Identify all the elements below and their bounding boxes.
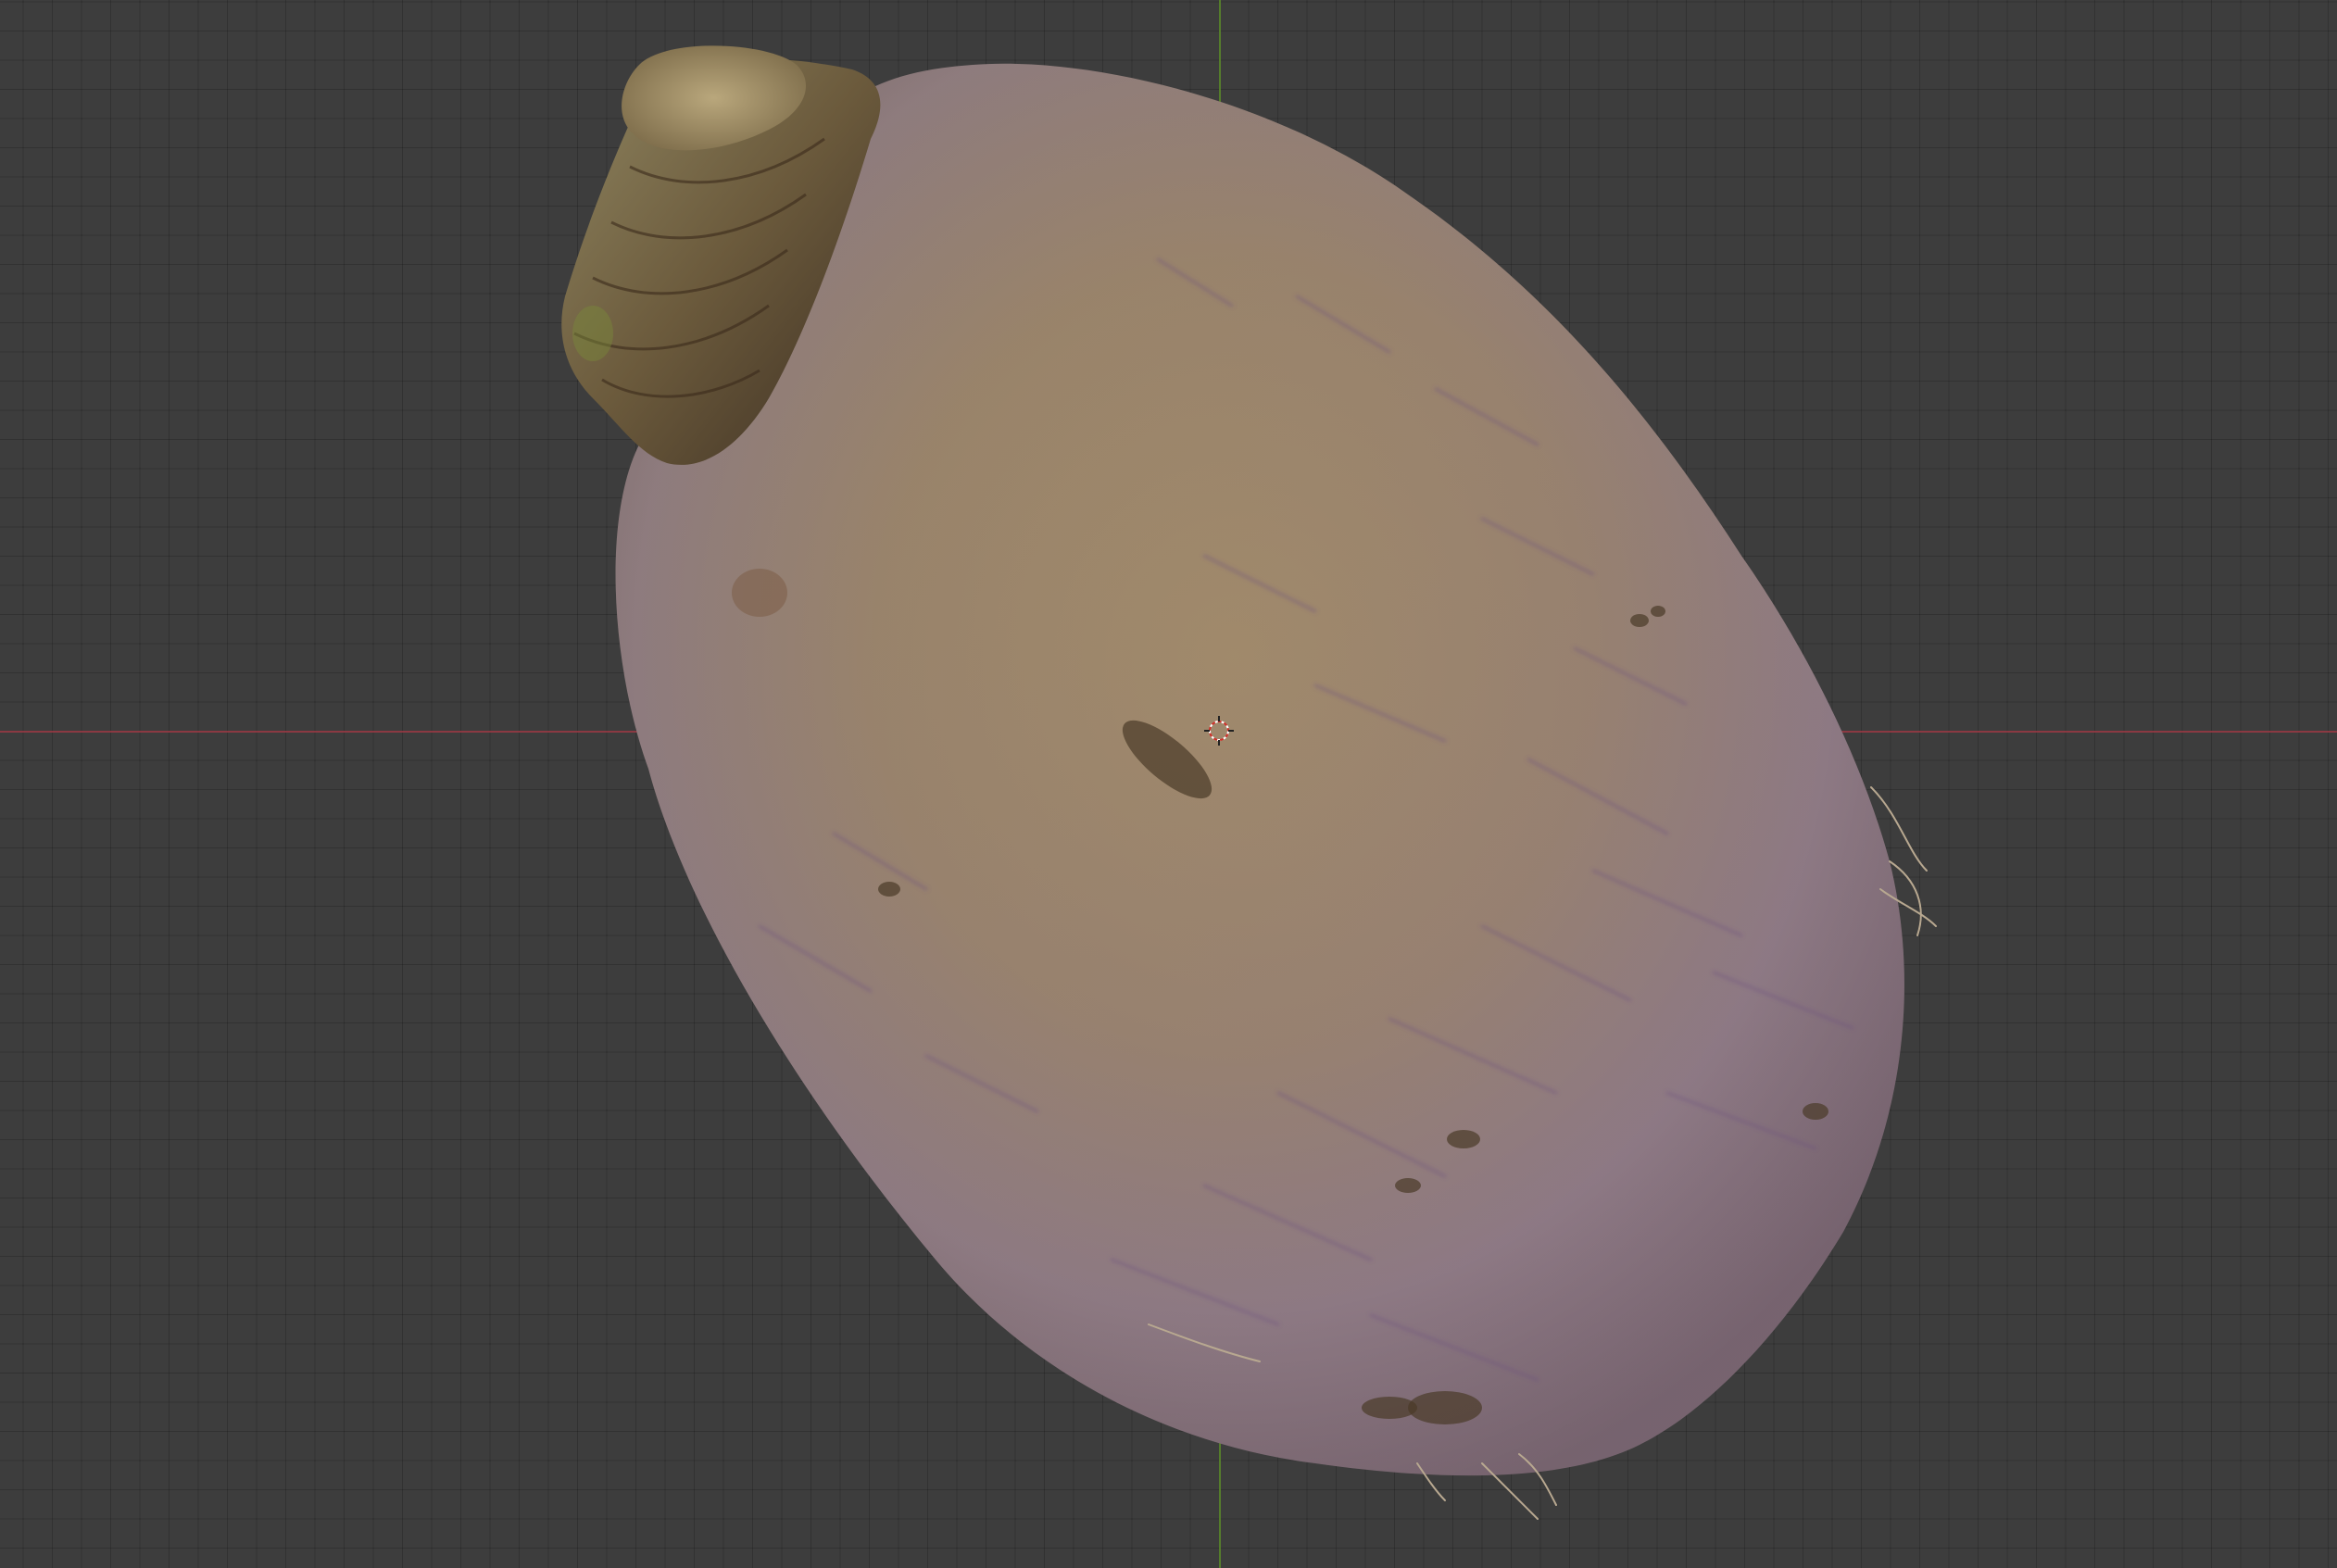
turnip-mesh[interactable]	[0, 0, 2337, 1568]
3d-cursor-icon[interactable]	[1202, 714, 1236, 747]
3d-viewport[interactable]	[0, 0, 2337, 1568]
